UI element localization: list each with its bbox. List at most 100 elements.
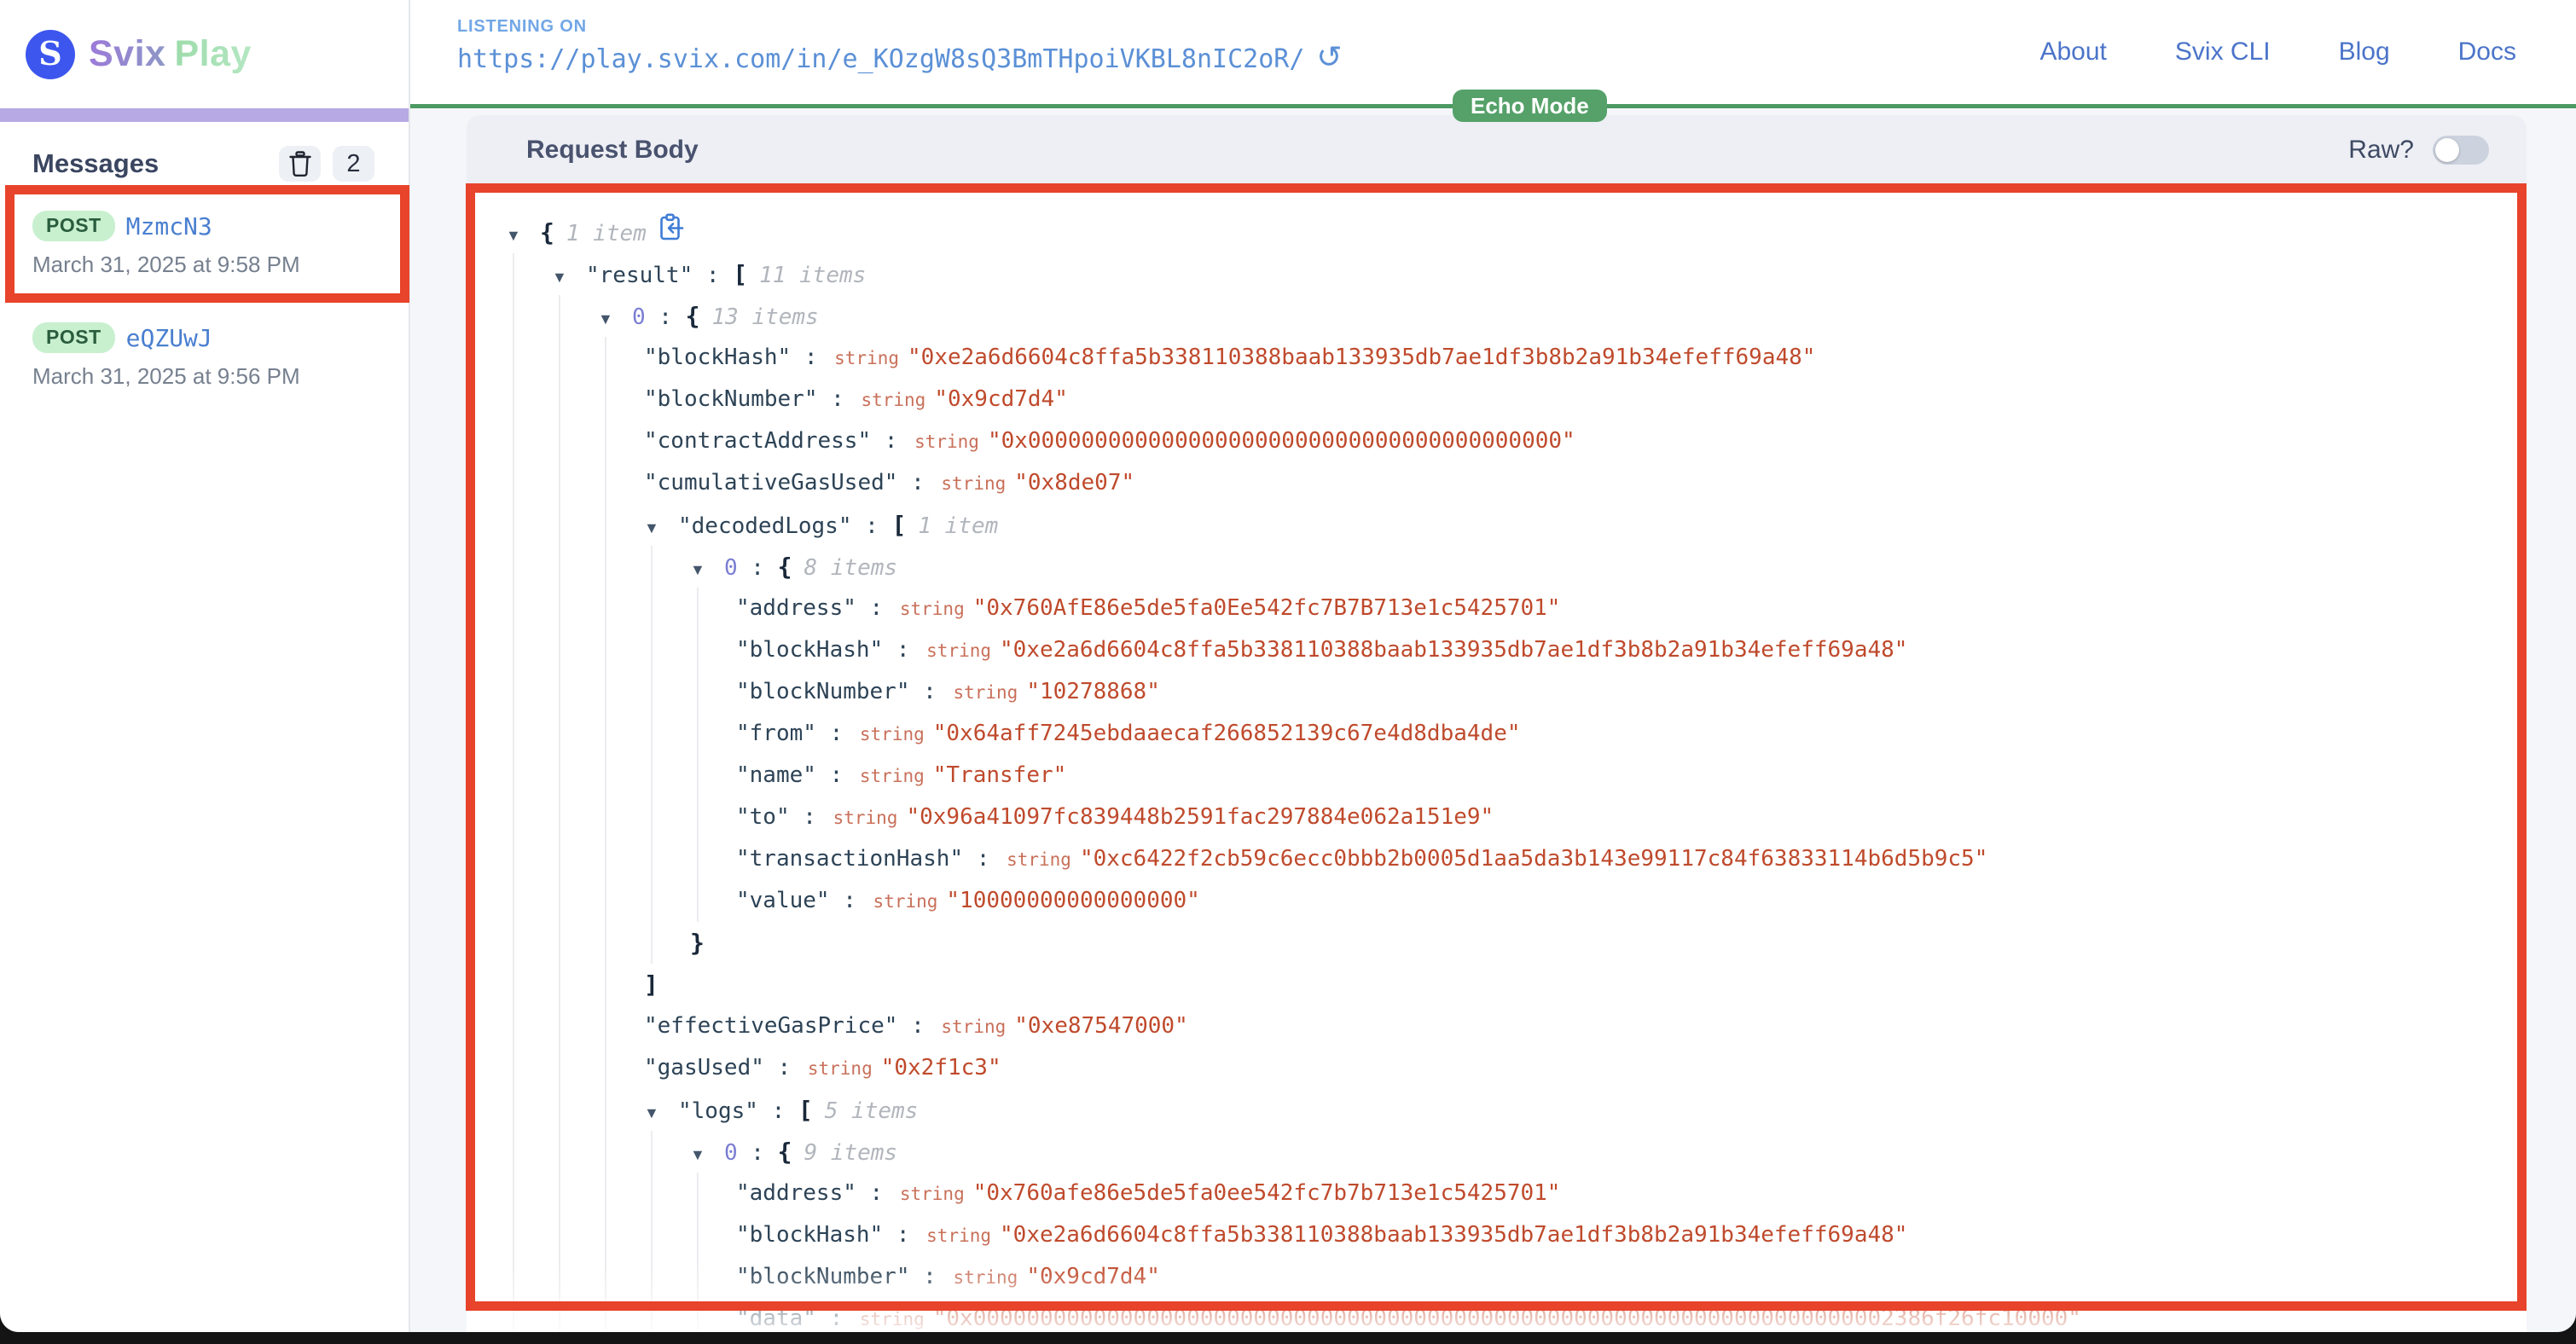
nav-link-svix-cli[interactable]: Svix CLI bbox=[2175, 38, 2271, 67]
messages-header: Messages 2 bbox=[32, 146, 374, 182]
collapse-toggle-icon[interactable]: ▼ bbox=[552, 257, 586, 298]
indent-guide bbox=[559, 462, 605, 504]
message-timestamp: March 31, 2025 at 9:56 PM bbox=[32, 363, 392, 390]
value-type-label: string bbox=[873, 891, 938, 912]
json-row-content: "from" : string"0x64aff7245ebdaaecaf2668… bbox=[736, 713, 1521, 755]
indent-guide bbox=[513, 337, 559, 379]
message-timestamp: March 31, 2025 at 9:58 PM bbox=[32, 252, 392, 278]
json-key: "to" bbox=[736, 804, 790, 830]
json-string-value: "Transfer" bbox=[933, 762, 1067, 788]
json-key: "gasUsed" bbox=[644, 1055, 764, 1080]
json-colon: : bbox=[852, 513, 892, 539]
indent-guide bbox=[513, 964, 559, 1005]
json-key: "contractAddress" bbox=[644, 428, 871, 454]
brand-logo[interactable]: S SvixPlay bbox=[0, 0, 409, 108]
json-colon: : bbox=[816, 762, 856, 788]
indent-guide bbox=[513, 1298, 559, 1332]
item-count-label: 9 items bbox=[804, 1140, 897, 1166]
json-row-content: ] bbox=[644, 964, 659, 1005]
item-count-label: 5 items bbox=[825, 1098, 919, 1124]
copy-to-clipboard-icon[interactable] bbox=[659, 222, 684, 247]
collapse-toggle-icon[interactable]: ▼ bbox=[644, 1092, 678, 1134]
raw-toggle[interactable] bbox=[2433, 136, 2489, 165]
indent-guide bbox=[559, 671, 605, 713]
indent-guide bbox=[605, 1256, 651, 1298]
indent-guide bbox=[513, 880, 559, 922]
trash-icon bbox=[289, 151, 311, 177]
json-colon: : bbox=[693, 263, 733, 288]
message-id: eQZUwJ bbox=[126, 324, 212, 352]
indent-guide bbox=[651, 880, 697, 922]
indent-guide bbox=[513, 379, 559, 420]
json-row-content: ▼"logs" : [5 items bbox=[644, 1089, 918, 1131]
json-index: 0 bbox=[724, 555, 738, 581]
indent-guide bbox=[605, 713, 651, 755]
json-string-value: "0xe2a6d6604c8ffa5b338110388baab133935db… bbox=[1000, 637, 1907, 663]
value-type-label: string bbox=[860, 1309, 925, 1330]
json-row-content: ▼0 : {8 items bbox=[690, 546, 897, 588]
json-row: "data" : string"0x0000000000000000000000… bbox=[467, 1298, 2527, 1332]
json-row: "effectiveGasPrice" : string"0xe87547000… bbox=[467, 1005, 2527, 1047]
json-key: "address" bbox=[736, 595, 856, 621]
nav-link-about[interactable]: About bbox=[2039, 38, 2106, 67]
json-colon: : bbox=[910, 1264, 950, 1289]
json-row-content: "blockHash" : string"0xe2a6d6604c8ffa5b3… bbox=[736, 629, 1907, 671]
message-list: POSTMzmcN3March 31, 2025 at 9:58 PMPOSTe… bbox=[0, 195, 409, 419]
json-bracket: { bbox=[778, 1138, 792, 1166]
message-list-item[interactable]: POSTeQZUwJMarch 31, 2025 at 9:56 PM bbox=[0, 307, 409, 403]
collapse-toggle-icon[interactable]: ▼ bbox=[690, 1134, 724, 1176]
json-row: "cumulativeGasUsed" : string"0x8de07" bbox=[467, 462, 2527, 504]
json-colon: : bbox=[963, 846, 1003, 872]
request-body-header: Request Body Raw? bbox=[467, 115, 2527, 184]
json-string-value: "0x2f1c3" bbox=[881, 1055, 1001, 1080]
json-row-content: ▼"result" : [11 items bbox=[552, 253, 866, 295]
json-string-value: "10000000000000000" bbox=[946, 888, 1199, 913]
json-string-value: "0x96a41097fc839448b2591fac297884e062a15… bbox=[906, 804, 1494, 830]
nav-link-docs[interactable]: Docs bbox=[2458, 38, 2516, 67]
indent-guide bbox=[513, 755, 559, 797]
indent-guide bbox=[513, 1256, 559, 1298]
indent-guide bbox=[559, 337, 605, 379]
collapse-toggle-icon[interactable]: ▼ bbox=[690, 549, 724, 591]
json-key: "blockHash" bbox=[736, 1222, 883, 1248]
json-colon: : bbox=[764, 1055, 804, 1080]
refresh-icon[interactable]: ↺ bbox=[1316, 42, 1342, 72]
json-string-value: "0x9cd7d4" bbox=[934, 386, 1068, 412]
echo-mode-badge: Echo Mode bbox=[1453, 90, 1607, 122]
indent-guide bbox=[559, 420, 605, 462]
value-type-label: string bbox=[926, 640, 991, 661]
clear-messages-button[interactable] bbox=[279, 146, 321, 182]
collapse-toggle-icon[interactable]: ▼ bbox=[598, 298, 632, 340]
value-type-label: string bbox=[808, 1058, 873, 1079]
json-colon: : bbox=[856, 595, 896, 621]
json-colon: : bbox=[883, 637, 923, 663]
json-colon: : bbox=[758, 1098, 798, 1124]
message-list-item[interactable]: POSTMzmcN3March 31, 2025 at 9:58 PM bbox=[0, 195, 409, 292]
indent-guide bbox=[605, 1173, 651, 1214]
indent-guide bbox=[559, 379, 605, 420]
collapse-toggle-icon[interactable]: ▼ bbox=[506, 215, 540, 257]
nav-link-blog[interactable]: Blog bbox=[2339, 38, 2390, 67]
json-row-content: "cumulativeGasUsed" : string"0x8de07" bbox=[644, 462, 1134, 504]
item-count-label: 8 items bbox=[804, 555, 897, 581]
json-row: "blockHash" : string"0xe2a6d6604c8ffa5b3… bbox=[467, 1214, 2527, 1256]
indent-guide bbox=[605, 1298, 651, 1332]
json-row: "to" : string"0x96a41097fc839448b2591fac… bbox=[467, 797, 2527, 838]
indent-guide bbox=[513, 713, 559, 755]
json-index: 0 bbox=[724, 1140, 738, 1166]
collapse-toggle-icon[interactable]: ▼ bbox=[644, 507, 678, 549]
webhook-url: https://play.svix.com/in/e_KOzgW8sQ3BmTH… bbox=[457, 44, 1304, 74]
indent-guide bbox=[559, 546, 605, 588]
json-colon: : bbox=[738, 555, 778, 581]
brand-part1: Svix bbox=[89, 33, 165, 74]
indent-guide bbox=[559, 504, 605, 546]
value-type-label: string bbox=[914, 432, 979, 452]
value-type-label: string bbox=[941, 1017, 1006, 1037]
json-row: "blockNumber" : string"10278868" bbox=[467, 671, 2527, 713]
indent-guide bbox=[513, 797, 559, 838]
json-row-content: "gasUsed" : string "0x2f1c3" bbox=[644, 1047, 1001, 1089]
json-row: ▼{1 item bbox=[467, 211, 2527, 253]
indent-guide bbox=[559, 755, 605, 797]
json-row-content: ▼0 : {9 items bbox=[690, 1131, 897, 1173]
json-row-content: "blockNumber" : string"0x9cd7d4" bbox=[644, 379, 1068, 420]
